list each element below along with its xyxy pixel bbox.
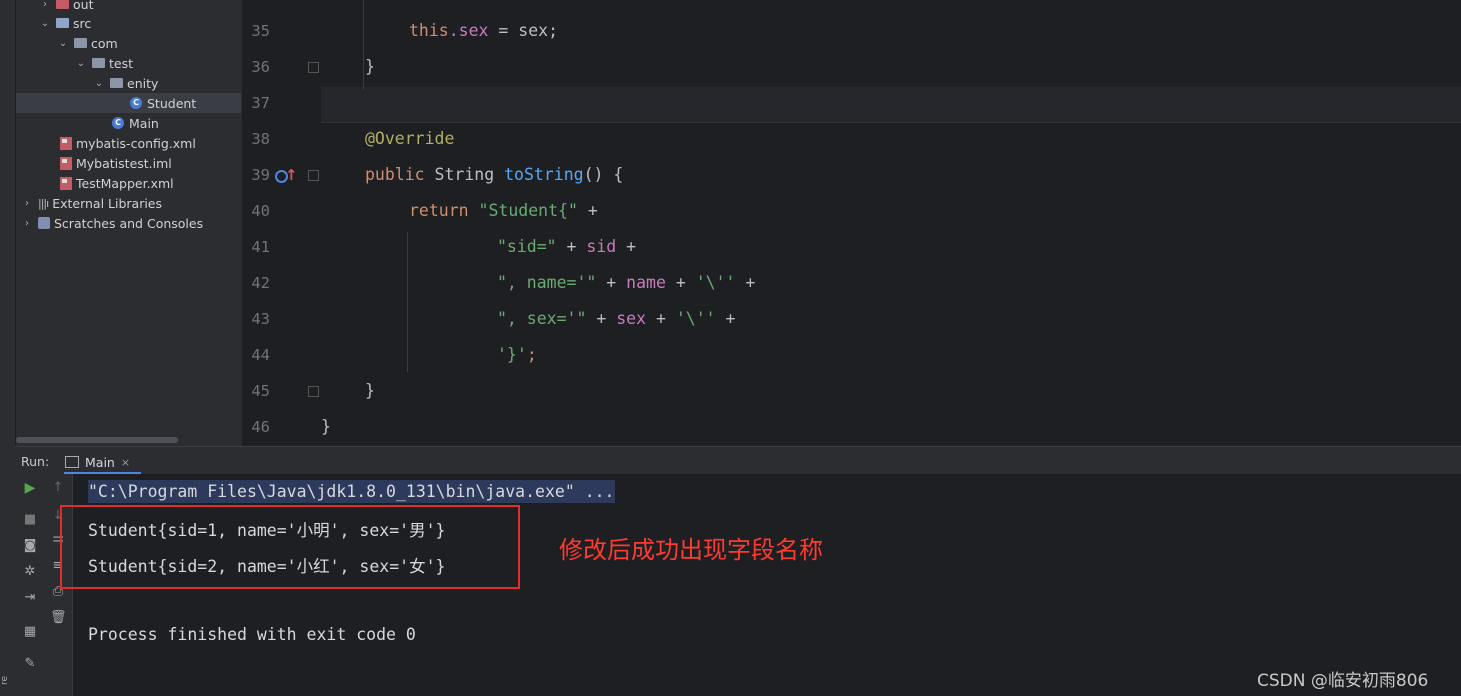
tree-item[interactable]: ⌄ enity — [16, 73, 241, 93]
rerun-icon[interactable]: ▶ — [22, 480, 38, 496]
code-line-39: public String toString() { — [365, 165, 624, 184]
tree-item[interactable]: TestMapper.xml — [16, 173, 241, 193]
library-icon: |||ı — [38, 196, 49, 210]
line-number: 46 — [251, 418, 270, 436]
class-icon: C — [130, 97, 142, 109]
tree-item-label: src — [73, 15, 92, 31]
override-arrow-icon[interactable]: ↑ — [285, 166, 298, 184]
tree-item[interactable]: C Main — [16, 113, 241, 133]
scratch-icon — [38, 217, 50, 229]
xml-file-icon — [60, 136, 72, 150]
xml-file-icon — [60, 156, 72, 170]
line-number: 41 — [251, 238, 270, 256]
exit-icon[interactable]: ⇥ — [22, 590, 38, 605]
chevron-down-icon[interactable]: ⌄ — [76, 58, 86, 69]
tree-item-label: External Libraries — [52, 195, 163, 211]
line-number: 38 — [251, 130, 270, 148]
tree-item-label: test — [109, 55, 134, 71]
tree-item[interactable]: › out — [16, 0, 241, 14]
code-line-42: ", name='" + name + '\'' + — [497, 273, 756, 292]
folder-icon — [56, 0, 69, 9]
camera-icon[interactable]: ◙ — [22, 538, 38, 553]
chevron-down-icon[interactable]: ⌄ — [94, 78, 104, 89]
package-icon — [110, 78, 123, 88]
run-toolbar: Run: Main × — [15, 446, 1461, 475]
project-tree[interactable]: › out ⌄ src ⌄ com ⌄ test ⌄ enity C Student C Main myba… — [16, 0, 241, 446]
line-number: 45 — [251, 382, 270, 400]
run-actions-column: ▶ ■ ◙ ✲ ⇥ ▦ ✎ — [15, 474, 45, 696]
settings-icon[interactable]: ✲ — [22, 564, 38, 579]
folder-icon — [56, 18, 69, 28]
tree-item[interactable]: ⌄ src — [16, 13, 241, 33]
annotation-text: 修改后成功出现字段名称 — [559, 536, 823, 564]
code-editor[interactable]: this.sex = sex; } @Override public Strin… — [321, 0, 1461, 446]
run-tab-main[interactable]: Main × — [65, 451, 130, 473]
package-icon — [92, 58, 105, 68]
code-line-35: this.sex = sex; — [409, 21, 559, 40]
arrow-up-icon[interactable]: ↑ — [50, 480, 66, 495]
indent-guide — [407, 232, 408, 372]
tree-item[interactable]: › Scratches and Consoles — [16, 213, 241, 233]
console-command-line: "C:\Program Files\Java\jdk1.8.0_131\bin\… — [88, 480, 615, 503]
code-line-45: } — [365, 381, 375, 400]
tree-item[interactable]: mybatis-config.xml — [16, 133, 241, 153]
tree-item-label: Scratches and Consoles — [54, 215, 204, 231]
trash-icon[interactable]: 🗑 — [50, 610, 67, 625]
fold-marker-icon[interactable] — [308, 386, 319, 397]
chevron-down-icon[interactable]: ⌄ — [40, 18, 50, 29]
console-finish-line: Process finished with exit code 0 — [88, 625, 416, 644]
current-line-highlight — [321, 87, 1461, 123]
code-line-46: } — [321, 417, 331, 436]
fold-marker-icon[interactable] — [308, 170, 319, 181]
tree-item-label: Main — [129, 115, 159, 131]
xml-file-icon — [60, 176, 72, 190]
code-line-38: @Override — [365, 129, 455, 148]
console-icon — [65, 456, 79, 468]
code-line-36: } — [365, 57, 375, 76]
fold-marker-icon[interactable] — [308, 62, 319, 73]
side-label: re — [0, 676, 10, 686]
code-line-40: return "Student{" + — [409, 201, 598, 220]
line-number: 40 — [251, 202, 270, 220]
run-label: Run: — [21, 454, 50, 469]
code-line-41: "sid=" + sid + — [497, 237, 637, 256]
tree-item[interactable]: ⌄ test — [16, 53, 241, 73]
code-line-44: '}'; — [497, 345, 537, 364]
code-line-43: ", sex='" + sex + '\'' + — [497, 309, 736, 328]
tree-item-label: enity — [127, 75, 159, 91]
tree-item-label: mybatis-config.xml — [76, 135, 196, 151]
chevron-right-icon[interactable]: › — [22, 198, 32, 209]
line-number: 39 — [251, 166, 270, 184]
tree-item[interactable]: › |||ı External Libraries — [16, 193, 241, 213]
tree-item-label: out — [73, 0, 94, 12]
class-icon: C — [112, 117, 124, 129]
line-number: 43 — [251, 310, 270, 328]
line-number: 35 — [251, 22, 270, 40]
watermark: CSDN @临安初雨806 — [1257, 671, 1429, 691]
pin-icon[interactable]: ✎ — [22, 656, 38, 671]
indent-guide — [363, 0, 364, 90]
tree-item-label: Mybatistest.iml — [76, 155, 172, 171]
tree-item-label: TestMapper.xml — [76, 175, 174, 191]
line-number: 44 — [251, 346, 270, 364]
tree-item[interactable]: C Student — [16, 93, 241, 113]
tree-item[interactable]: ⌄ com — [16, 33, 241, 53]
layout-icon[interactable]: ▦ — [22, 624, 38, 639]
chevron-down-icon[interactable]: ⌄ — [58, 38, 68, 49]
tree-scrollbar[interactable] — [16, 437, 178, 443]
tree-item[interactable]: Mybatistest.iml — [16, 153, 241, 173]
chevron-right-icon[interactable]: › — [40, 0, 50, 10]
chevron-right-icon[interactable]: › — [22, 218, 32, 229]
line-number: 36 — [251, 58, 270, 76]
line-number: 37 — [251, 94, 270, 112]
package-icon — [74, 38, 87, 48]
highlight-box — [60, 505, 520, 589]
tree-item-label: Student — [147, 95, 197, 111]
close-icon[interactable]: × — [121, 456, 130, 469]
left-tool-strip: re — [0, 0, 16, 696]
line-number: 42 — [251, 274, 270, 292]
stop-icon[interactable]: ■ — [22, 512, 38, 527]
tree-item-label: com — [91, 35, 118, 51]
run-tab-label: Main — [85, 454, 115, 470]
